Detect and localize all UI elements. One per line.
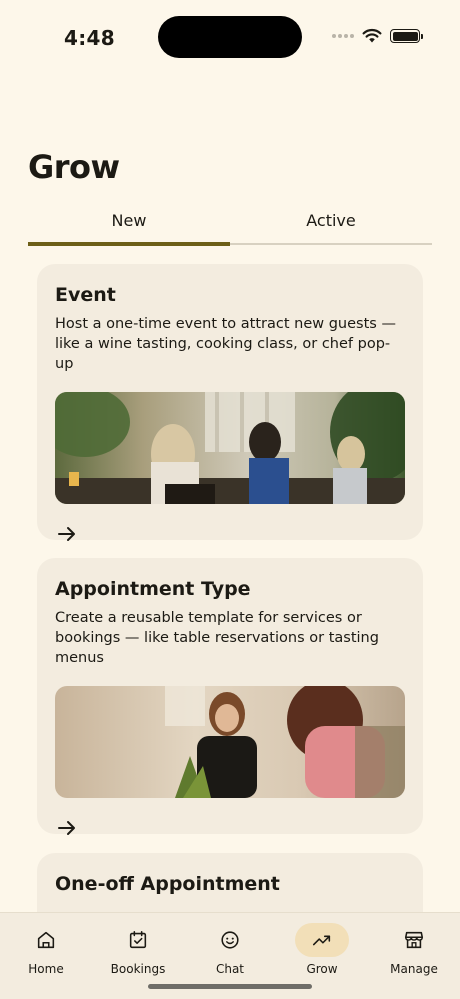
host-greeting-photo [55,686,405,798]
nav-label: Home [28,962,64,976]
nav-label: Manage [390,962,438,976]
nav-label: Grow [306,962,338,976]
card-description: Host a one-time event to attract new gue… [55,316,396,372]
tab-selected-indicator [28,242,230,246]
storefront-icon [404,931,424,949]
tab-bar: New Active [28,196,432,248]
nav-label: Chat [215,962,245,976]
card-title: Appointment Type [55,578,251,600]
event-card[interactable]: Event Host a one-time event to attract n… [37,264,423,541]
bookings-icon [129,930,147,949]
appointment-type-card[interactable]: Appointment Type Create a reusable templ… [37,558,423,835]
card-title: One-off Appointment [55,873,280,895]
battery-icon [390,29,423,43]
tab-active[interactable]: Active [230,196,432,244]
status-bar: 4:48 [0,0,460,76]
arrow-right-icon[interactable] [55,522,79,546]
nav-bookings[interactable]: Bookings [92,923,184,985]
nav-chat[interactable]: Chat [184,923,276,985]
cellular-signal-icon [332,34,354,38]
home-indicator[interactable] [148,984,312,989]
restaurant-patio-photo [55,392,405,504]
trending-up-icon [312,935,331,946]
status-icons [332,28,423,44]
chat-icon [221,931,239,949]
nav-grow[interactable]: Grow [276,923,368,985]
card-description: Create a reusable template for services … [55,610,379,666]
page-title: Grow [28,148,120,186]
home-icon [37,931,55,949]
nav-home[interactable]: Home [0,923,92,985]
arrow-right-icon[interactable] [55,816,79,840]
card-title: Event [55,284,116,306]
nav-manage[interactable]: Manage [368,923,460,985]
nav-label: Bookings [110,962,166,976]
status-time: 4:48 [64,26,115,50]
wifi-icon [362,28,382,43]
dynamic-island [158,16,302,58]
tab-new[interactable]: New [28,196,230,244]
